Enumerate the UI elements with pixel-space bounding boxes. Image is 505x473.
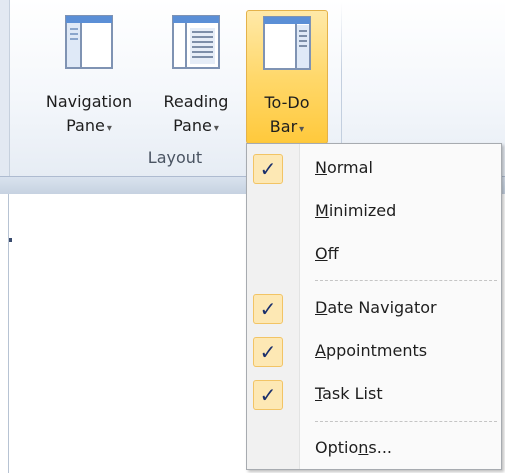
- pane-border: [8, 194, 9, 473]
- todo-bar-button[interactable]: To-Do Bar ▾: [246, 10, 328, 144]
- navigation-pane-icon: [65, 15, 113, 69]
- menu-item-label: Task List: [315, 384, 383, 403]
- reading-pane-label-line1: Reading: [163, 92, 229, 111]
- menu-item-task-list[interactable]: ✓ Task List: [247, 376, 501, 416]
- menu-item-label: Off: [315, 244, 339, 263]
- menu-item-off[interactable]: Off: [247, 236, 501, 276]
- reading-pane-label-line2: Pane ▾: [173, 116, 219, 135]
- menu-item-options[interactable]: Options...: [247, 430, 501, 470]
- checkmark-icon: ✓: [253, 337, 283, 367]
- checkmark-icon: ✓: [253, 380, 283, 410]
- navigation-pane-button[interactable]: Navigation Pane ▾: [28, 4, 150, 154]
- menu-item-label: Minimized: [315, 201, 397, 220]
- menu-separator: [315, 280, 497, 281]
- dropdown-arrow-icon: ▾: [299, 124, 305, 135]
- dropdown-arrow-icon: ▾: [213, 123, 219, 134]
- menu-item-minimized[interactable]: Minimized: [247, 193, 501, 233]
- checkmark-icon: ✓: [253, 294, 283, 324]
- menu-separator: [315, 421, 497, 422]
- menu-item-appointments[interactable]: ✓ Appointments: [247, 333, 501, 373]
- dropdown-arrow-icon: ▾: [106, 123, 112, 134]
- menu-item-label: Options...: [315, 438, 392, 457]
- menu-item-label: Normal: [315, 158, 373, 177]
- reading-pane-icon: [172, 15, 220, 69]
- todo-bar-menu: ✓ Normal Minimized Off ✓ Date Navigator …: [246, 143, 502, 470]
- todo-bar-icon: [263, 16, 311, 70]
- menu-item-label: Appointments: [315, 341, 428, 360]
- navigation-pane-label-line2: Pane ▾: [66, 116, 112, 135]
- menu-item-normal[interactable]: ✓ Normal: [247, 150, 501, 190]
- navigation-pane-label-line1: Navigation: [45, 92, 133, 111]
- todo-bar-label-line2: Bar ▾: [269, 117, 305, 136]
- pane-marker: [9, 238, 12, 242]
- menu-item-date-navigator[interactable]: ✓ Date Navigator: [247, 290, 501, 330]
- checkmark-icon: ✓: [253, 154, 283, 184]
- todo-bar-label-line1: To-Do: [264, 93, 310, 112]
- reading-pane-button[interactable]: Reading Pane ▾: [150, 4, 242, 154]
- ribbon-left-edge: [0, 0, 10, 178]
- menu-item-label: Date Navigator: [315, 298, 437, 317]
